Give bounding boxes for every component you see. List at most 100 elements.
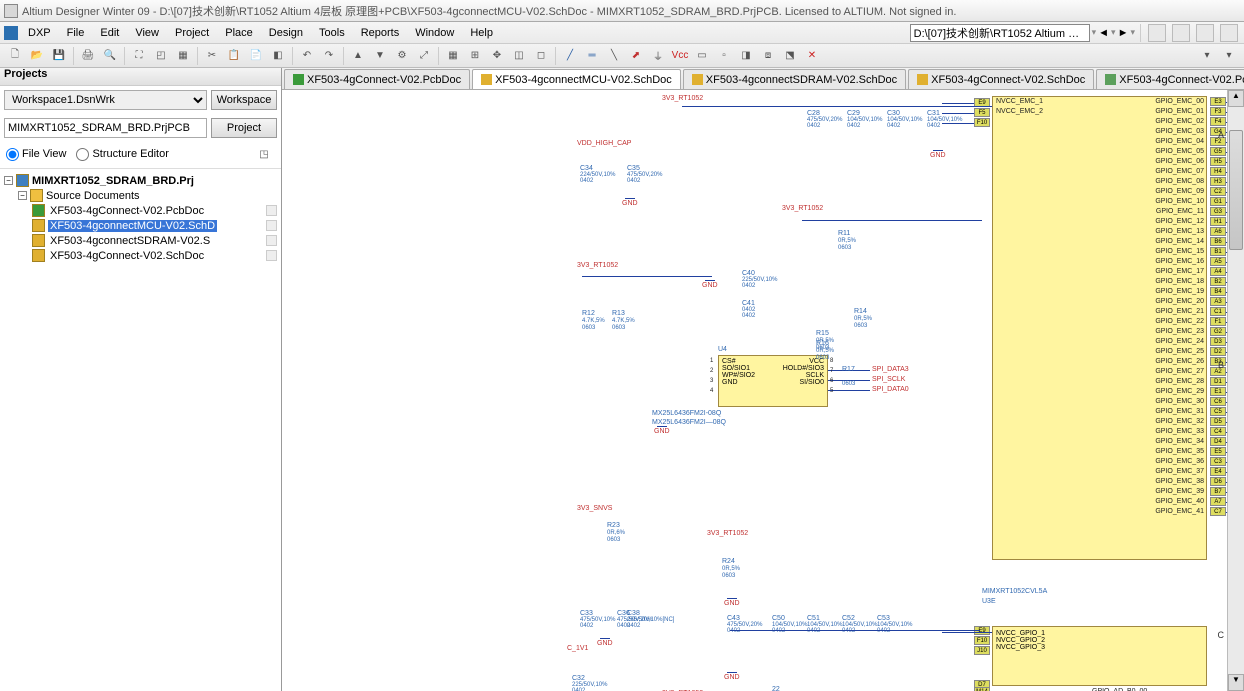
gpio-label: GPIO_EMC_10 (1142, 198, 1204, 205)
tab[interactable]: XF503-4gconnectMCU-V02.SchDoc (472, 69, 681, 89)
schematic-canvas[interactable]: NVCC_EMC_1NVCC_EMC_2GPIO_EMC_00E3SDRAM_D… (282, 90, 1244, 691)
tab[interactable]: XF503-4gConnect-V02.PcbDoc (284, 69, 470, 89)
menu-file[interactable]: File (59, 27, 93, 39)
copy-icon[interactable]: 📋 (224, 46, 244, 66)
open-icon[interactable]: 📂 (27, 46, 47, 66)
nav-forward-icon[interactable]: ► (1118, 27, 1129, 39)
tree-file[interactable]: XF503-4gconnectSDRAM-V02.S (48, 235, 212, 247)
nav-pane2-icon[interactable] (1196, 24, 1214, 42)
zoom-area-icon[interactable]: ◰ (151, 46, 171, 66)
cap-ref: C33 (580, 610, 593, 617)
redo-icon[interactable]: ↷ (319, 46, 339, 66)
nav-back-icon[interactable]: ◄ (1098, 27, 1109, 39)
cut-icon[interactable]: ✂ (202, 46, 222, 66)
hierarchy-up-icon[interactable]: ▲ (348, 46, 368, 66)
gnd-symbol: GND (622, 198, 638, 207)
gpio-label: GPIO_EMC_41 (1142, 508, 1204, 515)
panel-settings-icon[interactable]: ◳ (254, 144, 274, 164)
rubber-icon[interactable]: ◧ (268, 46, 288, 66)
zoom-sheet-icon[interactable]: ▦ (173, 46, 193, 66)
crossprobe-icon[interactable]: ⤢ (414, 46, 434, 66)
select-icon[interactable]: ◫ (509, 46, 529, 66)
menu-reports[interactable]: Reports (353, 27, 408, 39)
preview-icon[interactable]: 🔍 (100, 46, 120, 66)
menu-design[interactable]: Design (261, 27, 311, 39)
nav-path[interactable]: D:\[07]技术创新\RT1052 Altium … (910, 24, 1090, 42)
file-view-radio[interactable]: File View (6, 148, 66, 161)
vertical-scrollbar[interactable]: ▲ ▼ (1227, 90, 1244, 691)
workspace-button[interactable]: Workspace (211, 90, 277, 110)
gpio-label: GPIO_EMC_00 (1142, 98, 1204, 105)
cap-ref: C38 (627, 610, 640, 617)
new-icon[interactable]: 🗋 (5, 46, 25, 66)
paste-icon[interactable]: 📄 (246, 46, 266, 66)
zoom-fit-icon[interactable]: ⛶ (129, 46, 149, 66)
move-icon[interactable]: ✥ (487, 46, 507, 66)
menu-project[interactable]: Project (167, 27, 217, 39)
tree-root[interactable]: MIMXRT1052_SDRAM_BRD.Prj (32, 175, 194, 187)
project-tree[interactable]: −MIMXRT1052_SDRAM_BRD.Prj −Source Docume… (0, 169, 281, 691)
menu-place[interactable]: Place (217, 27, 261, 39)
menu-help[interactable]: Help (462, 27, 501, 39)
sheet-icon[interactable]: ▫ (714, 46, 734, 66)
busentry-icon[interactable]: ╲ (604, 46, 624, 66)
tab[interactable]: XF503-4gConnect-V02.PcbD (1096, 69, 1244, 89)
harness-icon[interactable]: ⧈ (758, 46, 778, 66)
project-button[interactable]: Project (211, 118, 277, 138)
tool-more1[interactable]: ▾ (1197, 46, 1217, 66)
gpio-label: GPIO_EMC_36 (1142, 458, 1204, 465)
structure-editor-radio[interactable]: Structure Editor (76, 148, 168, 161)
tree-file[interactable]: XF503-4gConnect-V02.SchDoc (48, 250, 206, 262)
noerc-icon[interactable]: ✕ (802, 46, 822, 66)
vcc-icon[interactable]: Vcc (670, 46, 690, 66)
gpio-label: GPIO_EMC_40 (1142, 498, 1204, 505)
gpio-label: GPIO_EMC_29 (1142, 388, 1204, 395)
menu-edit[interactable]: Edit (92, 27, 127, 39)
nav-pane1-icon[interactable] (1172, 24, 1190, 42)
wire-icon[interactable]: ╱ (560, 46, 580, 66)
cap-ref: C28 (807, 110, 820, 117)
nav-home-icon[interactable] (1148, 24, 1166, 42)
gnd-symbol: GND (930, 150, 946, 159)
tree-file[interactable]: XF503-4gConnect-V02.PcbDoc (48, 205, 206, 217)
nav-pane3-icon[interactable] (1220, 24, 1238, 42)
menu-dxp[interactable]: DXP (20, 27, 59, 39)
compile-icon[interactable]: ⚙ (392, 46, 412, 66)
menu-tools[interactable]: Tools (311, 27, 353, 39)
pin-number: A3 (1210, 297, 1226, 306)
hierarchy-down-icon[interactable]: ▼ (370, 46, 390, 66)
menu-window[interactable]: Window (407, 27, 462, 39)
spi-net: SPI_DATA0 (872, 386, 909, 393)
netlabel-icon[interactable]: ⬈ (626, 46, 646, 66)
undo-icon[interactable]: ↶ (297, 46, 317, 66)
tree-source-documents[interactable]: Source Documents (46, 190, 140, 202)
scroll-up-icon[interactable]: ▲ (1228, 90, 1244, 107)
tab[interactable]: XF503-4gconnectSDRAM-V02.SchDoc (683, 69, 906, 89)
snap-icon[interactable]: ⊞ (465, 46, 485, 66)
bus-icon[interactable]: ═ (582, 46, 602, 66)
sheetentry-icon[interactable]: ◨ (736, 46, 756, 66)
project-input[interactable] (4, 118, 207, 138)
tree-file[interactable]: XF503-4gconnectMCU-V02.SchD (48, 220, 217, 232)
pin-number: B4 (1210, 287, 1226, 296)
part-icon[interactable]: ▭ (692, 46, 712, 66)
tool-more2[interactable]: ▾ (1219, 46, 1239, 66)
pin-number: C7 (1210, 507, 1226, 516)
grid-icon[interactable]: ▦ (443, 46, 463, 66)
gpio-label: GPIO_EMC_08 (1142, 178, 1204, 185)
deselect-icon[interactable]: ◻ (531, 46, 551, 66)
pin-22: 22 (772, 686, 780, 691)
print-icon[interactable]: 🖨 (78, 46, 98, 66)
nvcc-emc-1: NVCC_EMC_1 (996, 98, 1043, 105)
pin-number: D3 (1210, 337, 1226, 346)
save-icon[interactable]: 💾 (49, 46, 69, 66)
port-icon[interactable]: ⬔ (780, 46, 800, 66)
tab[interactable]: XF503-4gConnect-V02.SchDoc (908, 69, 1094, 89)
scroll-thumb[interactable] (1229, 130, 1243, 250)
scroll-down-icon[interactable]: ▼ (1228, 674, 1244, 691)
spi-net: SPI_DATA3 (872, 366, 909, 373)
workspace-select[interactable]: Workspace1.DsnWrk (4, 90, 207, 110)
pin-number: G2 (1210, 327, 1226, 336)
menu-view[interactable]: View (127, 27, 167, 39)
gnd-icon[interactable]: ⏚ (648, 46, 668, 66)
